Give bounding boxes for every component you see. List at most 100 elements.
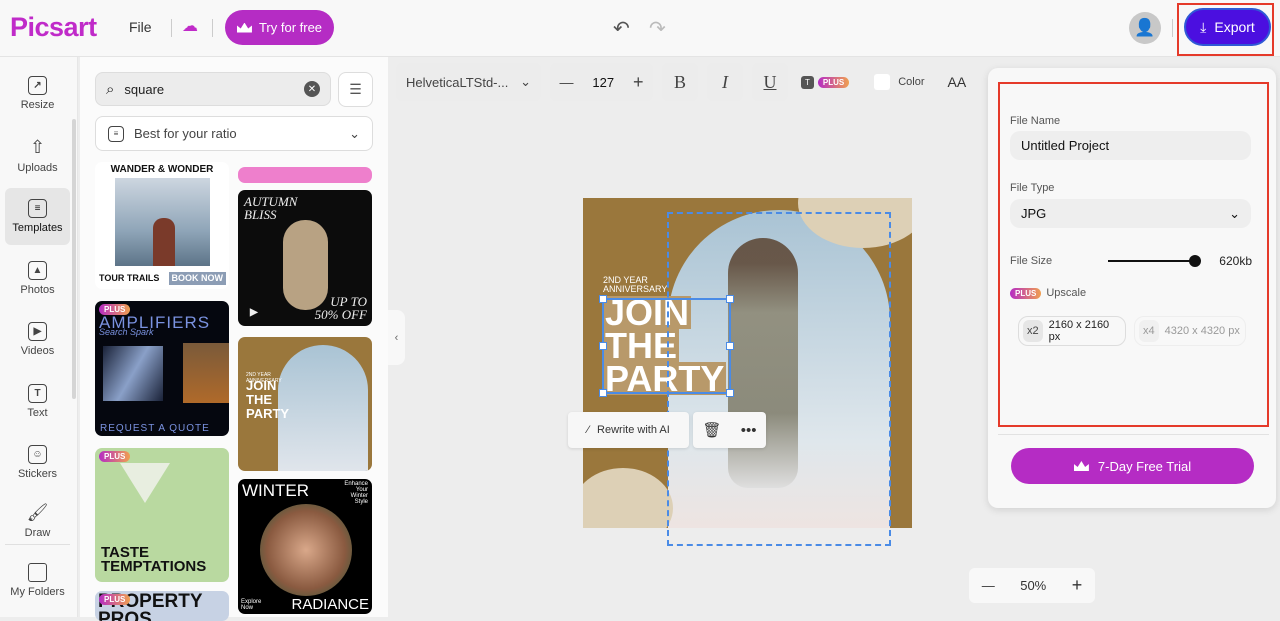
undo-icon[interactable]: ↶ — [613, 16, 630, 41]
download-icon: ⤓ — [1200, 18, 1207, 35]
template-card[interactable]: TASTE TEMPTATIONS PLUS — [95, 448, 229, 582]
template-card[interactable] — [238, 167, 372, 183]
color-picker[interactable]: Color — [874, 74, 925, 90]
grid-icon: ≡ — [108, 125, 124, 142]
collapse-panel-button[interactable]: ‹ — [388, 310, 405, 365]
template-image — [115, 178, 210, 266]
file-type-label: File Type — [1010, 182, 1055, 194]
underline-button[interactable]: U — [752, 63, 788, 101]
redo-icon[interactable]: ↷ — [649, 16, 666, 41]
play-icon: ▶ — [250, 307, 258, 318]
crown-icon — [1073, 461, 1089, 471]
rail-item-stickers[interactable]: ☺ Stickers — [5, 434, 70, 491]
font-family-dropdown[interactable]: HelveticaLTStd-... ⌄ — [396, 63, 541, 101]
rail-label: Videos — [20, 345, 55, 357]
resize-handle[interactable] — [599, 295, 607, 303]
upscale-option-x4[interactable]: x4 4320 x 4320 px — [1134, 316, 1246, 346]
font-size-stepper[interactable]: — 127 + — [550, 63, 653, 101]
search-value: square — [124, 81, 165, 97]
more-options-icon[interactable]: ••• — [741, 422, 757, 439]
bold-button[interactable]: B — [662, 63, 698, 101]
rail-label: My Folders — [10, 586, 65, 598]
rail-item-uploads[interactable]: ⇧ Uploads — [5, 127, 70, 184]
zoom-control: — 50% + — [969, 568, 1095, 603]
try-for-free-button[interactable]: Try for free — [225, 10, 334, 45]
plus-icon[interactable]: + — [633, 72, 644, 93]
rail-item-templates[interactable]: ≡ Templates — [5, 188, 70, 245]
template-image — [260, 504, 352, 596]
resize-handle[interactable] — [726, 295, 734, 303]
template-card[interactable]: AMPLIFIERS Search Spark REQUEST A QUOTE … — [95, 301, 229, 436]
brush-icon: 🖌 — [26, 503, 49, 522]
resize-handle[interactable] — [726, 389, 734, 397]
crown-icon — [236, 22, 252, 33]
rail-item-photos[interactable]: ▲ Photos — [5, 250, 70, 307]
rail-item-my-folders[interactable]: My Folders — [5, 552, 70, 609]
rail-item-videos[interactable]: ▶ Videos — [5, 311, 70, 368]
try-for-free-label: Try for free — [258, 20, 323, 35]
zoom-level[interactable]: 50% — [1020, 578, 1046, 593]
plus-badge: PLUS — [817, 76, 850, 88]
file-size-slider[interactable] — [1108, 255, 1201, 267]
cloud-saved-icon[interactable]: ☁ — [182, 16, 198, 36]
ratio-dropdown[interactable]: ≡ Best for your ratio ⌄ — [95, 116, 373, 151]
context-actions: 🗑 ••• — [693, 412, 766, 448]
text-case-button[interactable]: AA — [948, 74, 967, 90]
avatar[interactable]: 👤 — [1129, 12, 1161, 44]
text-selection-box[interactable] — [599, 295, 734, 397]
export-button[interactable]: ⤓ Export — [1184, 8, 1271, 46]
upscale-label: Upscale — [1046, 287, 1087, 299]
file-type-dropdown[interactable]: JPG ⌄ — [1010, 199, 1251, 228]
filter-button[interactable]: ☰ — [338, 72, 373, 107]
template-image — [120, 463, 170, 503]
template-cta: REQUEST A QUOTE — [100, 423, 210, 434]
template-card[interactable]: 2ND YEAR ANNIVERSARY JOIN THE PARTY — [238, 337, 372, 471]
rewrite-with-ai-button[interactable]: ⁄ Rewrite with AI — [568, 412, 689, 448]
file-name-input[interactable]: Untitled Project — [1010, 131, 1251, 160]
templates-icon: ≡ — [28, 199, 47, 218]
trash-icon[interactable]: 🗑 — [703, 421, 722, 439]
divider — [5, 544, 70, 545]
resize-handle[interactable] — [599, 389, 607, 397]
rail-item-resize[interactable]: ↗ Resize — [5, 65, 70, 122]
minus-icon[interactable]: — — [559, 74, 573, 90]
resize-handle[interactable] — [599, 342, 607, 350]
clear-search-icon[interactable]: ✕ — [304, 81, 320, 97]
text-style-icon: T — [801, 75, 814, 89]
filter-icon: ☰ — [349, 81, 362, 97]
template-title: TASTE TEMPTATIONS — [101, 544, 207, 575]
template-title: WINTER — [242, 481, 310, 500]
file-size-value: 620kb — [1219, 254, 1252, 268]
zoom-in-button[interactable]: + — [1072, 575, 1083, 596]
rail-label: Templates — [12, 222, 63, 234]
search-input[interactable]: ⌕ square ✕ — [95, 72, 331, 106]
free-trial-button[interactable]: 7-Day Free Trial — [1011, 448, 1254, 484]
slider-thumb[interactable] — [1189, 255, 1201, 267]
text-effects-button[interactable]: T PLUS — [801, 75, 850, 89]
rail-item-text[interactable]: T Text — [5, 373, 70, 430]
picsart-logo[interactable]: Picsart — [10, 12, 97, 43]
resolution: 2160 x 2160 px — [1048, 319, 1110, 343]
resize-icon: ↗ — [28, 76, 47, 95]
upscale-option-x2[interactable]: x2 2160 x 2160 px — [1018, 316, 1126, 346]
template-card[interactable]: AUTUMN BLISS UP TO 50% OFF ▶ — [238, 190, 372, 326]
export-panel: File Name Untitled Project File Type JPG… — [988, 68, 1276, 508]
color-label: Color — [898, 76, 925, 88]
template-card[interactable]: WANDER & WONDER TOUR TRAILS BOOK NOW — [95, 162, 229, 289]
rail-item-draw[interactable]: 🖌 Draw — [5, 497, 70, 542]
template-card[interactable]: WINTER Enhance Your Winter Style Explore… — [238, 479, 372, 614]
file-menu[interactable]: File — [129, 19, 152, 35]
photos-icon: ▲ — [28, 261, 47, 280]
rail-scrollbar[interactable] — [72, 119, 76, 399]
template-cta: Explore Now — [241, 599, 262, 611]
resolution: 4320 x 4320 px — [1164, 325, 1240, 337]
zoom-out-button[interactable]: — — [982, 578, 995, 593]
template-subtitle: TOUR TRAILS — [99, 273, 160, 283]
template-subtitle: RADIANCE — [291, 596, 369, 613]
font-size-value[interactable]: 127 — [592, 75, 614, 90]
search-icon: ⌕ — [106, 80, 115, 98]
italic-button[interactable]: I — [707, 63, 743, 101]
template-image — [103, 346, 163, 401]
resize-handle[interactable] — [726, 342, 734, 350]
templates-panel: ⌕ square ✕ ☰ ≡ Best for your ratio ⌄ WANDER … — [80, 57, 388, 621]
